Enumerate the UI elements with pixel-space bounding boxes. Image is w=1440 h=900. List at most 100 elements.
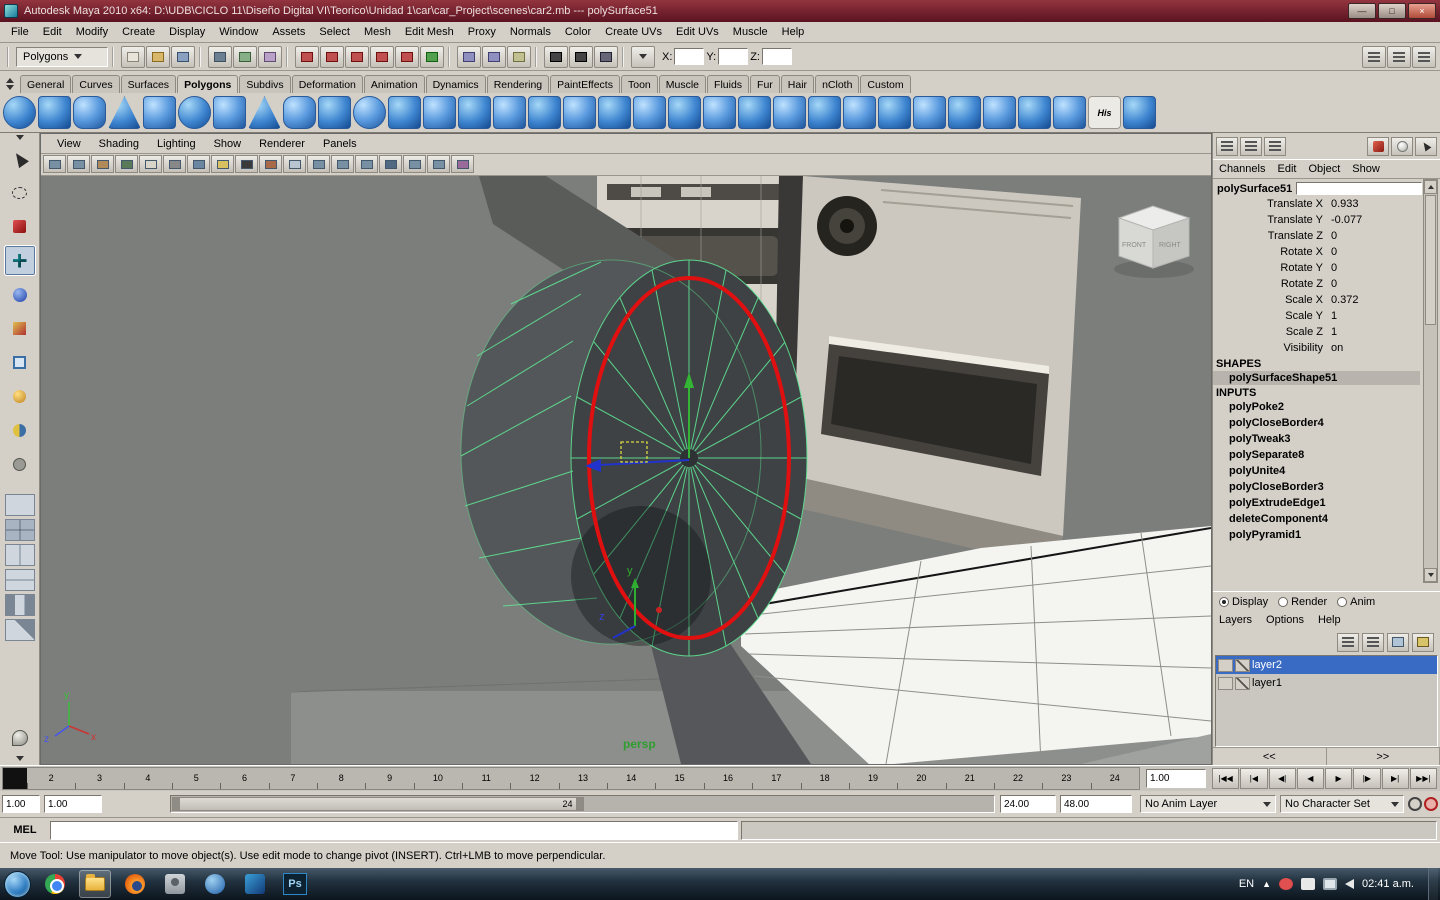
layout-two-pane-stacked-button[interactable] [4,569,35,591]
toolbox-scroll-down-icon[interactable] [15,756,24,761]
language-indicator[interactable]: EN [1239,878,1254,890]
frame-tick[interactable]: 15 [655,768,703,789]
make-hole-icon[interactable] [738,96,771,129]
lighting-icon[interactable] [211,155,234,173]
toolbox-scroll-up-icon[interactable] [15,135,24,140]
sphere-manip-icon[interactable] [1391,136,1413,156]
shelf-tab-dynamics[interactable]: Dynamics [425,75,486,93]
x-coordinate-input[interactable] [674,48,705,65]
camera-attributes-icon[interactable] [67,155,90,173]
channel-value[interactable]: 0 [1331,260,1420,276]
frame-tick[interactable]: 5 [172,768,220,789]
pager-next-button[interactable]: >> [1327,748,1440,765]
textured-icon[interactable] [187,155,210,173]
file-open-icon[interactable] [146,45,170,68]
select-component-icon[interactable] [258,45,282,68]
group-separator[interactable] [112,46,117,67]
panel-menu-lighting[interactable]: Lighting [149,137,204,151]
layer-sort-icon[interactable] [1362,632,1384,652]
playback-end-field[interactable] [1000,795,1056,813]
frame-tick[interactable]: 4 [123,768,172,789]
display-tray-icon[interactable] [1323,878,1338,890]
grid-icon[interactable] [307,155,330,173]
playback-range-bar[interactable]: 24 [172,797,584,811]
panel-menu-renderer[interactable]: Renderer [251,137,313,151]
range-end-handle[interactable] [575,798,583,810]
layer-help-menu[interactable]: Help [1318,614,1341,626]
channel-value[interactable]: 0.372 [1331,292,1420,308]
menu-create[interactable]: Create [115,24,162,40]
display-radio[interactable]: Display [1219,596,1268,608]
group-separator[interactable] [535,46,540,67]
render-radio[interactable]: Render [1278,596,1327,608]
menu-mesh[interactable]: Mesh [357,24,398,40]
mel-label[interactable]: MEL [0,824,50,836]
go-to-start-button[interactable]: |◀◀ [1212,768,1240,789]
channel-speed-mode-icon[interactable] [1264,136,1286,156]
input-node-item[interactable]: polyCloseBorder3 [1213,480,1440,496]
safe-title-icon[interactable] [427,155,450,173]
z-coordinate-input[interactable] [761,48,792,65]
frame-tick[interactable]: 7 [268,768,317,789]
clock[interactable]: 02:41 a.m. [1362,878,1414,890]
frame-tick[interactable]: 9 [365,768,413,789]
menu-modify[interactable]: Modify [69,24,115,40]
panel-menu-shading[interactable]: Shading [91,137,147,151]
maximize-button[interactable]: □ [1378,3,1406,19]
mel-command-input[interactable] [50,820,738,840]
frame-tick[interactable]: 6 [220,768,268,789]
menu-muscle[interactable]: Muscle [726,24,775,40]
image-plane-icon[interactable] [115,155,138,173]
frame-tick[interactable]: 11 [462,768,510,789]
group-separator[interactable] [622,46,627,67]
menu-edit-uvs[interactable]: Edit UVs [669,24,726,40]
resolution-gate-icon[interactable] [355,155,378,173]
menu-help[interactable]: Help [775,24,812,40]
group-separator[interactable] [199,46,204,67]
layout-outliner-persp-button[interactable] [4,619,35,641]
viewcube-front-label[interactable]: FRONT [1122,242,1147,249]
layer-name[interactable]: layer2 [1252,659,1282,671]
poly-soccer-ball-icon[interactable] [353,96,386,129]
frame-tick[interactable]: 21 [945,768,994,789]
menu-file[interactable]: File [4,24,36,40]
range-start-handle[interactable] [173,798,180,810]
channel-value[interactable]: 0 [1331,228,1420,244]
poly-cylinder-icon[interactable] [73,96,106,129]
pointer-manip-icon[interactable] [1415,136,1437,156]
input-node-item[interactable]: polyCloseBorder4 [1213,416,1440,432]
soft-modification-button[interactable] [4,381,36,412]
set-key-icon[interactable] [1408,797,1422,811]
move-tool-button[interactable] [3,245,36,276]
go-to-end-button[interactable]: ▶▶| [1409,768,1437,789]
channel-value[interactable]: 0.933 [1331,196,1420,212]
insert-edge-loop-icon[interactable] [1018,96,1051,129]
layout-three-pane-button[interactable] [4,594,35,616]
show-manipulator-button[interactable] [4,415,36,446]
input-node-item[interactable]: polyUnite4 [1213,464,1440,480]
range-slider-track[interactable]: 24 [170,795,995,813]
shelf-tab-polygons[interactable]: Polygons [177,75,239,93]
input-node-item[interactable]: polySeparate8 [1213,448,1440,464]
channel-manip-mode-icon[interactable] [1240,136,1262,156]
frame-tick[interactable]: 13 [558,768,607,789]
current-frame-marker[interactable] [3,768,27,789]
gate-mask-icon[interactable] [379,155,402,173]
snap-curve-icon[interactable] [320,45,344,68]
separate-icon[interactable] [458,96,491,129]
group-separator[interactable] [7,46,12,67]
channel-value[interactable]: 1 [1331,308,1420,324]
file-new-icon[interactable] [121,45,145,68]
layer-display-type-toggle[interactable] [1235,658,1250,672]
lasso-tool-button[interactable] [4,177,36,208]
construction-history-icon[interactable] [507,45,531,68]
shelf-tab-hair[interactable]: Hair [780,75,815,93]
shelf-tab-ncloth[interactable]: nCloth [815,75,860,93]
bookmarks-icon[interactable] [91,155,114,173]
layout-single-pane-button[interactable] [4,494,35,516]
shape-node-item[interactable]: polySurfaceShape51 [1213,371,1420,385]
layer-move-icon[interactable] [1337,632,1359,652]
shelf-tab-fur[interactable]: Fur [750,75,780,93]
menu-assets[interactable]: Assets [265,24,312,40]
shelf-tab-toon[interactable]: Toon [620,75,658,93]
